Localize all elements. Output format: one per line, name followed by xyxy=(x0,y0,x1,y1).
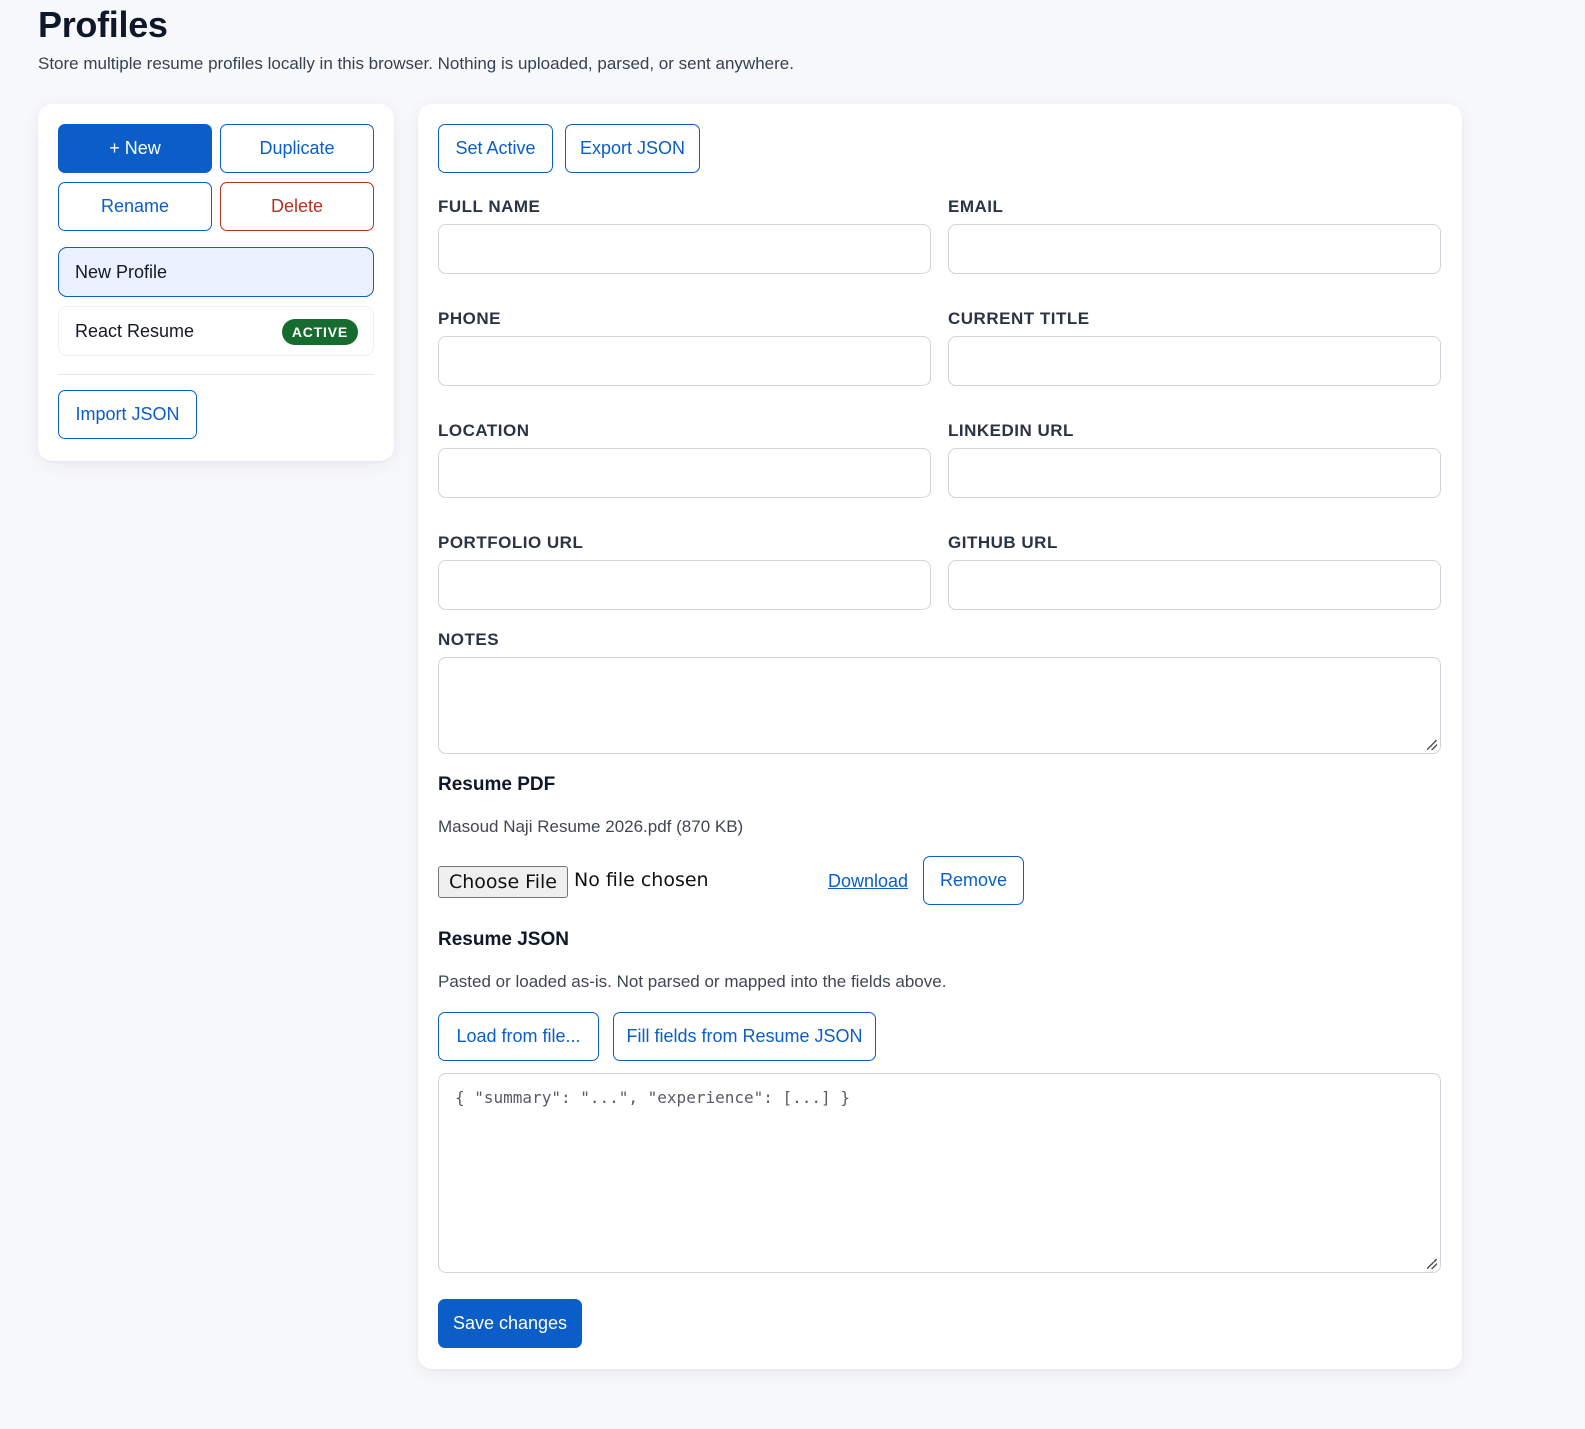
location-input[interactable] xyxy=(438,448,931,498)
remove-pdf-button[interactable]: Remove xyxy=(923,856,1024,905)
page-subtitle: Store multiple resume profiles locally i… xyxy=(38,54,794,73)
github-url-input[interactable] xyxy=(948,560,1441,610)
profile-editor: Set Active Export JSON FULL NAME EMAIL P… xyxy=(418,104,1462,1369)
location-label: LOCATION xyxy=(438,421,530,440)
current-title-input[interactable] xyxy=(948,336,1441,386)
fill-fields-from-json-button[interactable]: Fill fields from Resume JSON xyxy=(613,1012,876,1061)
full-name-input[interactable] xyxy=(438,224,931,274)
resume-pdf-file-info: Masoud Naji Resume 2026.pdf (870 KB) xyxy=(438,817,744,836)
profile-list-item-new-profile[interactable]: New Profile xyxy=(58,247,374,297)
resume-json-helper: Pasted or loaded as-is. Not parsed or ma… xyxy=(438,972,947,991)
profiles-page: Profiles Store multiple resume profiles … xyxy=(0,0,1585,1429)
delete-profile-button[interactable]: Delete xyxy=(220,182,374,231)
profiles-sidebar: + New Duplicate Rename Delete New Profil… xyxy=(38,104,394,461)
active-badge: ACTIVE xyxy=(281,319,358,345)
linkedin-url-label: LINKEDIN URL xyxy=(948,421,1074,440)
resize-handle-icon[interactable] xyxy=(1427,1259,1437,1269)
profile-name: React Resume xyxy=(75,320,195,341)
profile-list-item-react-resume[interactable]: React Resume ACTIVE xyxy=(58,306,374,356)
phone-label: PHONE xyxy=(438,309,501,328)
rename-profile-button[interactable]: Rename xyxy=(58,182,212,231)
profile-name: New Profile xyxy=(75,261,168,282)
resume-json-title: Resume JSON xyxy=(438,929,569,950)
email-input[interactable] xyxy=(948,224,1441,274)
notes-label: NOTES xyxy=(438,630,500,649)
phone-input[interactable] xyxy=(438,336,931,386)
file-status-text: No file chosen xyxy=(574,869,709,891)
export-json-button[interactable]: Export JSON xyxy=(565,124,700,173)
page-title: Profiles xyxy=(38,4,168,45)
linkedin-url-input[interactable] xyxy=(948,448,1441,498)
sidebar-divider xyxy=(58,374,374,375)
new-profile-button[interactable]: + New xyxy=(58,124,212,173)
email-label: EMAIL xyxy=(948,197,1004,216)
current-title-label: CURRENT TITLE xyxy=(948,309,1090,328)
portfolio-url-label: PORTFOLIO URL xyxy=(438,533,584,552)
save-changes-button[interactable]: Save changes xyxy=(438,1299,582,1348)
full-name-label: FULL NAME xyxy=(438,197,541,216)
resume-json-placeholder: { "summary": "...", "experience": [...] … xyxy=(455,1088,850,1107)
resize-handle-icon[interactable] xyxy=(1427,740,1437,750)
set-active-button[interactable]: Set Active xyxy=(438,124,553,173)
duplicate-profile-button[interactable]: Duplicate xyxy=(220,124,374,173)
choose-file-button[interactable]: Choose File xyxy=(438,866,568,898)
import-json-button[interactable]: Import JSON xyxy=(58,390,197,439)
portfolio-url-input[interactable] xyxy=(438,560,931,610)
download-pdf-link[interactable]: Download xyxy=(828,871,908,892)
notes-textarea[interactable] xyxy=(438,657,1441,754)
load-from-file-button[interactable]: Load from file... xyxy=(438,1012,599,1061)
github-url-label: GITHUB URL xyxy=(948,533,1058,552)
resume-json-textarea[interactable]: { "summary": "...", "experience": [...] … xyxy=(438,1073,1441,1273)
resume-pdf-title: Resume PDF xyxy=(438,774,556,795)
